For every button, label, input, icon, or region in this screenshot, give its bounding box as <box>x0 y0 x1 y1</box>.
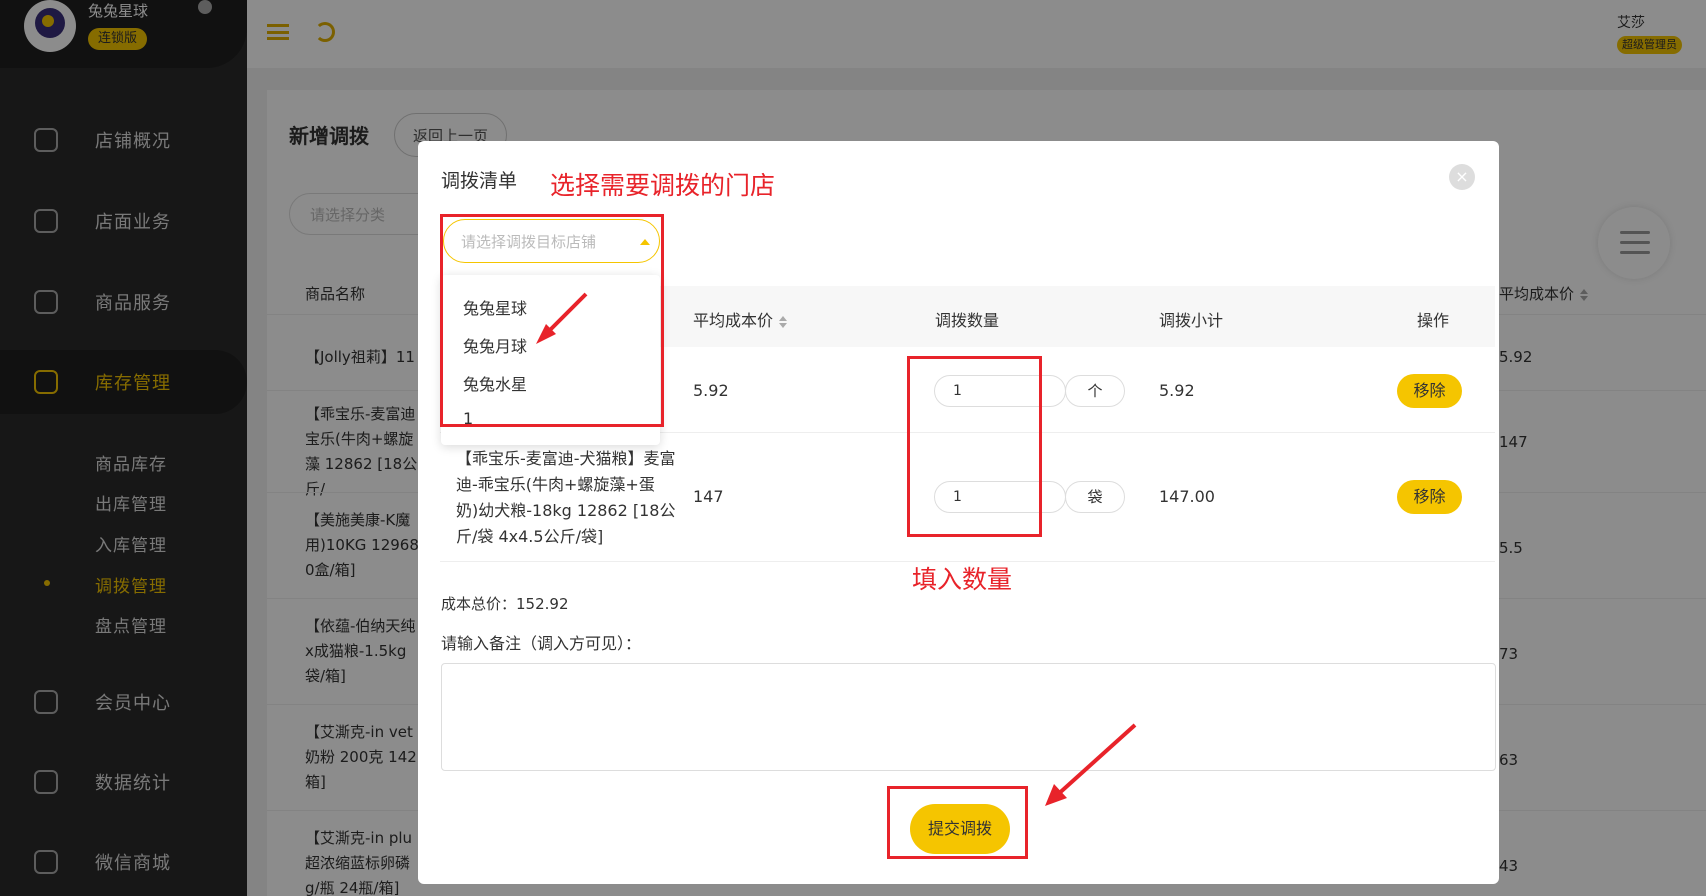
annotation-arrow-submit <box>1053 723 1137 799</box>
annotation-arrows <box>536 292 1137 806</box>
